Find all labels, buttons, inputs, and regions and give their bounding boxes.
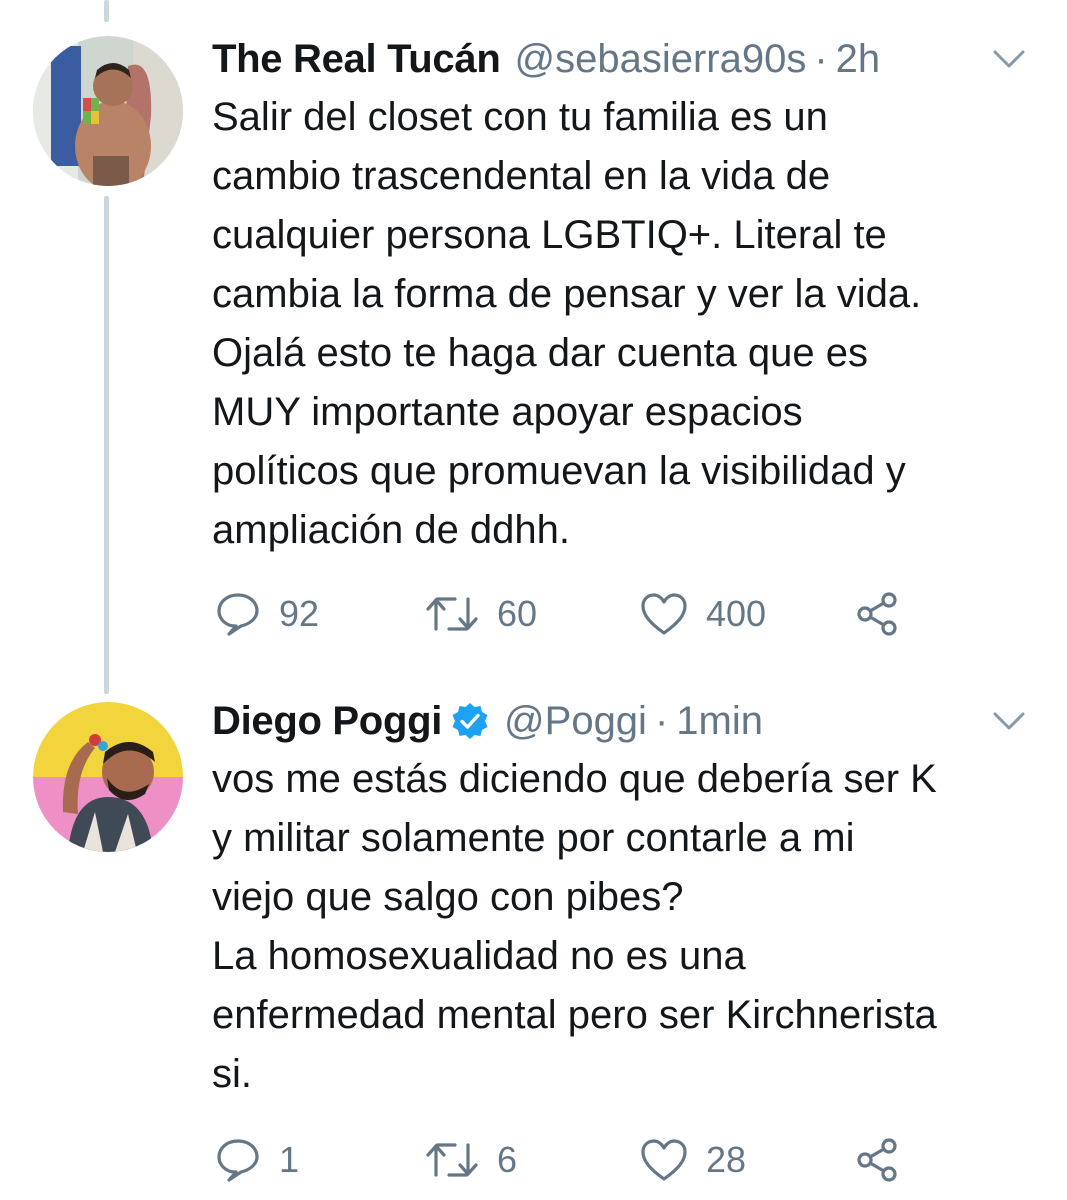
avatar[interactable]	[33, 36, 183, 186]
user-handle[interactable]: @sebasierra90s	[514, 28, 806, 90]
tweet-text-line: viejo que salgo con pibes?	[212, 875, 684, 919]
heart-icon	[641, 593, 687, 635]
tweet-actions: 92 60 400	[215, 584, 915, 644]
reply-button[interactable]: 92	[215, 584, 319, 644]
reply-button[interactable]: 1	[215, 1130, 299, 1190]
tweet-header: Diego Poggi @Poggi · 1min	[212, 690, 1037, 752]
tweet-text-line: cualquier persona LGBTIQ+. Literal te	[212, 213, 887, 257]
tweet-text-line: y militar solamente por contarle a mi	[212, 816, 855, 860]
tweet-original[interactable]: The Real Tucán @sebasierra90s · 2h Salir…	[0, 0, 1067, 660]
verified-badge-icon	[452, 703, 488, 739]
share-button[interactable]	[853, 584, 901, 644]
heart-icon	[641, 1139, 687, 1181]
display-name[interactable]: Diego Poggi	[212, 690, 442, 752]
retweet-button[interactable]: 6	[425, 1130, 517, 1190]
tweet-text: Salir del closet con tu familia es un ca…	[212, 88, 1037, 560]
reply-count: 1	[279, 1139, 300, 1180]
reply-icon	[217, 593, 259, 636]
tweet-text-line: enfermedad mental pero ser Kirchnerista	[212, 993, 937, 1037]
share-button[interactable]	[853, 1130, 901, 1190]
tweet-text-line: cambia la forma de pensar y ver la vida.	[212, 272, 922, 316]
share-icon	[857, 1138, 897, 1182]
chevron-down-icon[interactable]	[989, 704, 1029, 738]
retweet-button[interactable]: 60	[425, 584, 537, 644]
reply-icon	[217, 1139, 259, 1182]
retweet-count: 60	[497, 593, 538, 634]
timestamp[interactable]: 1min	[676, 690, 763, 752]
reply-count: 92	[279, 593, 320, 634]
like-button[interactable]: 400	[640, 584, 766, 644]
share-icon	[857, 592, 897, 636]
retweet-count: 6	[497, 1139, 518, 1180]
tweet-text-line: políticos que promuevan la visibilidad y	[212, 449, 906, 493]
tweet-text: vos me estás diciendo que debería ser K …	[212, 750, 1037, 1104]
tweet-text-line: ampliación de ddhh.	[212, 508, 571, 552]
like-button[interactable]: 28	[640, 1130, 746, 1190]
tweet-text-line: cambio trascendental en la vida de	[212, 154, 831, 198]
tweet-header: The Real Tucán @sebasierra90s · 2h	[212, 28, 1037, 90]
separator: ·	[654, 699, 669, 743]
timestamp[interactable]: 2h	[836, 28, 881, 90]
avatar[interactable]	[33, 702, 183, 852]
tweet-text-line: La homosexualidad no es una	[212, 934, 746, 978]
tweet-text-line: si.	[212, 1052, 252, 1096]
like-count: 400	[706, 593, 767, 634]
separator: ·	[814, 37, 828, 81]
tweet-reply[interactable]: Diego Poggi @Poggi · 1min vos me estás d…	[0, 690, 1067, 1200]
retweet-icon	[426, 597, 478, 631]
tweet-text-line: Ojalá esto te haga dar cuenta que es	[212, 331, 869, 375]
tweet-text-line: Salir del closet con tu familia es un	[212, 95, 828, 139]
tweet-actions: 1 6 28	[215, 1130, 915, 1190]
tweet-text-line: vos me estás diciendo que debería ser K	[212, 757, 937, 801]
display-name[interactable]: The Real Tucán	[212, 28, 501, 90]
user-handle[interactable]: @Poggi	[504, 690, 647, 752]
chevron-down-icon[interactable]	[989, 42, 1029, 76]
like-count: 28	[706, 1139, 747, 1180]
tweet-text-line: MUY importante apoyar espacios	[212, 390, 803, 434]
retweet-icon	[426, 1143, 478, 1177]
